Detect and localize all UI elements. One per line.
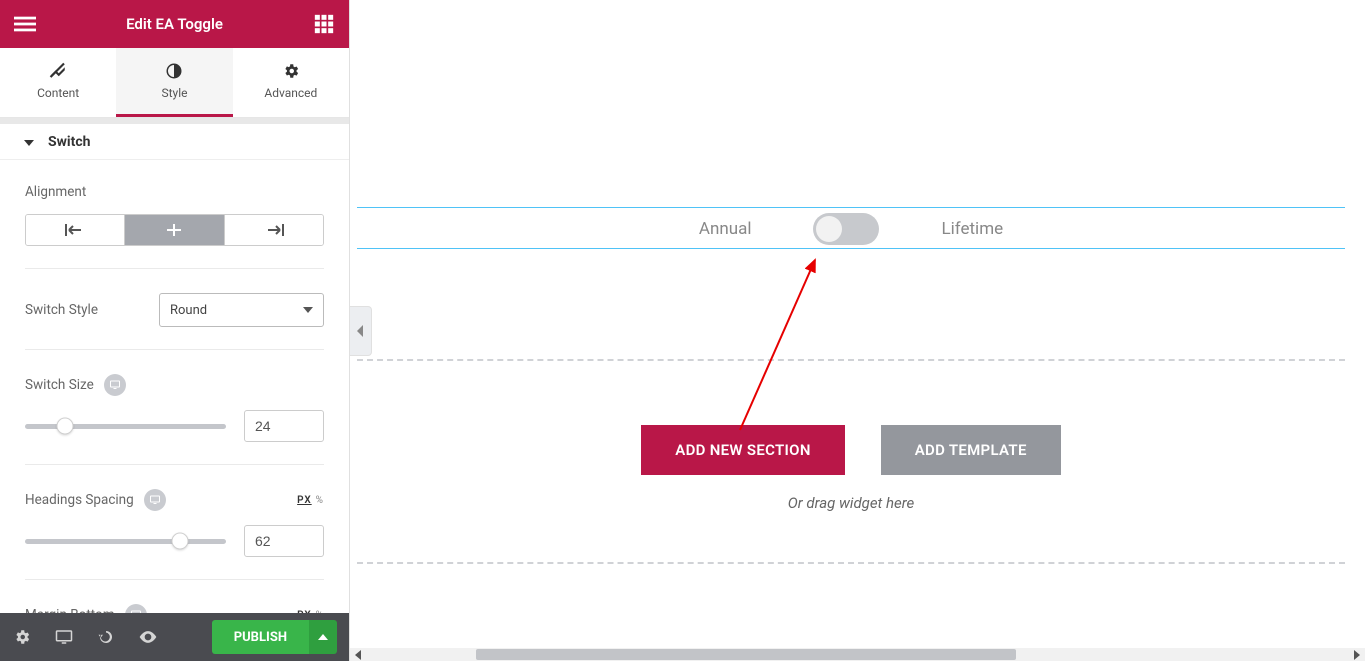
scroll-right-button[interactable] [1349,648,1365,661]
panel-header: Edit EA Toggle [0,0,349,48]
align-right-button[interactable] [225,215,323,245]
alignment-choices [25,214,324,246]
headings-spacing-slider[interactable] [25,539,226,544]
panel-footer: PUBLISH [0,613,349,661]
editor-canvas[interactable]: Annual Lifetime ADD NEW SECTION ADD TEMP… [350,0,1365,648]
add-area: ADD NEW SECTION ADD TEMPLATE [357,425,1345,475]
switch-style-label: Switch Style [25,302,98,318]
control-alignment: Alignment [25,160,324,269]
scroll-left-button[interactable] [350,648,366,661]
editor-panel: Edit EA Toggle Content Style Advanced Sw… [0,0,350,661]
responsive-mode-icon[interactable] [54,627,74,647]
align-left-button[interactable] [26,215,125,245]
switch-style-value: Round [170,303,207,318]
switch-size-slider[interactable] [25,424,226,429]
menu-icon[interactable] [12,11,38,37]
tab-label: Style [161,86,187,100]
units-selector[interactable]: PX% [297,495,324,506]
toggle-switch[interactable] [813,213,879,245]
section-divider [357,359,1345,361]
responsive-icon[interactable] [144,489,166,511]
chevron-down-icon [303,307,313,313]
control-margin-bottom: Margin Bottom PX% [25,580,324,613]
add-template-button[interactable]: ADD TEMPLATE [881,425,1061,475]
selected-section[interactable]: Annual Lifetime [357,207,1345,249]
tab-content[interactable]: Content [0,48,116,117]
history-icon[interactable] [96,627,116,647]
align-center-button[interactable] [125,215,224,245]
control-switch-size: Switch Size [25,350,324,465]
slider-thumb[interactable] [171,533,188,550]
add-new-section-button[interactable]: ADD NEW SECTION [641,425,844,475]
toggle-label-right: Lifetime [941,219,1003,239]
caret-down-icon [24,134,34,150]
panel-body: Alignment Switch Style Round [0,160,349,613]
horizontal-scrollbar[interactable] [350,648,1365,661]
responsive-icon[interactable] [104,374,126,396]
section-title: Switch [48,134,90,150]
switch-size-input[interactable] [244,410,324,442]
alignment-label: Alignment [25,184,86,200]
drag-hint: Or drag widget here [357,494,1345,512]
toggle-label-left: Annual [699,219,752,239]
section-switch[interactable]: Switch [0,118,349,160]
headings-spacing-input[interactable] [244,525,324,557]
scrollbar-track[interactable] [366,648,1349,661]
switch-style-select[interactable]: Round [159,293,324,327]
switch-size-label: Switch Size [25,377,94,393]
widgets-grid-icon[interactable] [311,11,337,37]
control-switch-style: Switch Style Round [25,269,324,350]
headings-spacing-label: Headings Spacing [25,492,134,508]
annotation-arrow [720,240,850,440]
section-divider [357,562,1345,564]
responsive-icon[interactable] [125,604,147,613]
publish-group: PUBLISH [212,620,337,654]
scrollbar-thumb[interactable] [476,649,1016,660]
publish-button[interactable]: PUBLISH [212,620,309,654]
settings-icon[interactable] [12,627,32,647]
preview-icon[interactable] [138,627,158,647]
tab-advanced[interactable]: Advanced [233,48,349,117]
toggle-widget: Annual Lifetime [357,208,1345,250]
slider-thumb[interactable] [57,418,74,435]
control-headings-spacing: Headings Spacing PX% [25,465,324,580]
panel-tabs: Content Style Advanced [0,48,349,118]
tab-label: Advanced [264,86,317,100]
panel-title: Edit EA Toggle [38,15,311,33]
publish-options-button[interactable] [309,620,337,654]
panel-collapse-button[interactable] [350,306,372,356]
tab-style[interactable]: Style [116,48,232,117]
tab-label: Content [37,86,79,100]
toggle-knob [816,216,842,242]
